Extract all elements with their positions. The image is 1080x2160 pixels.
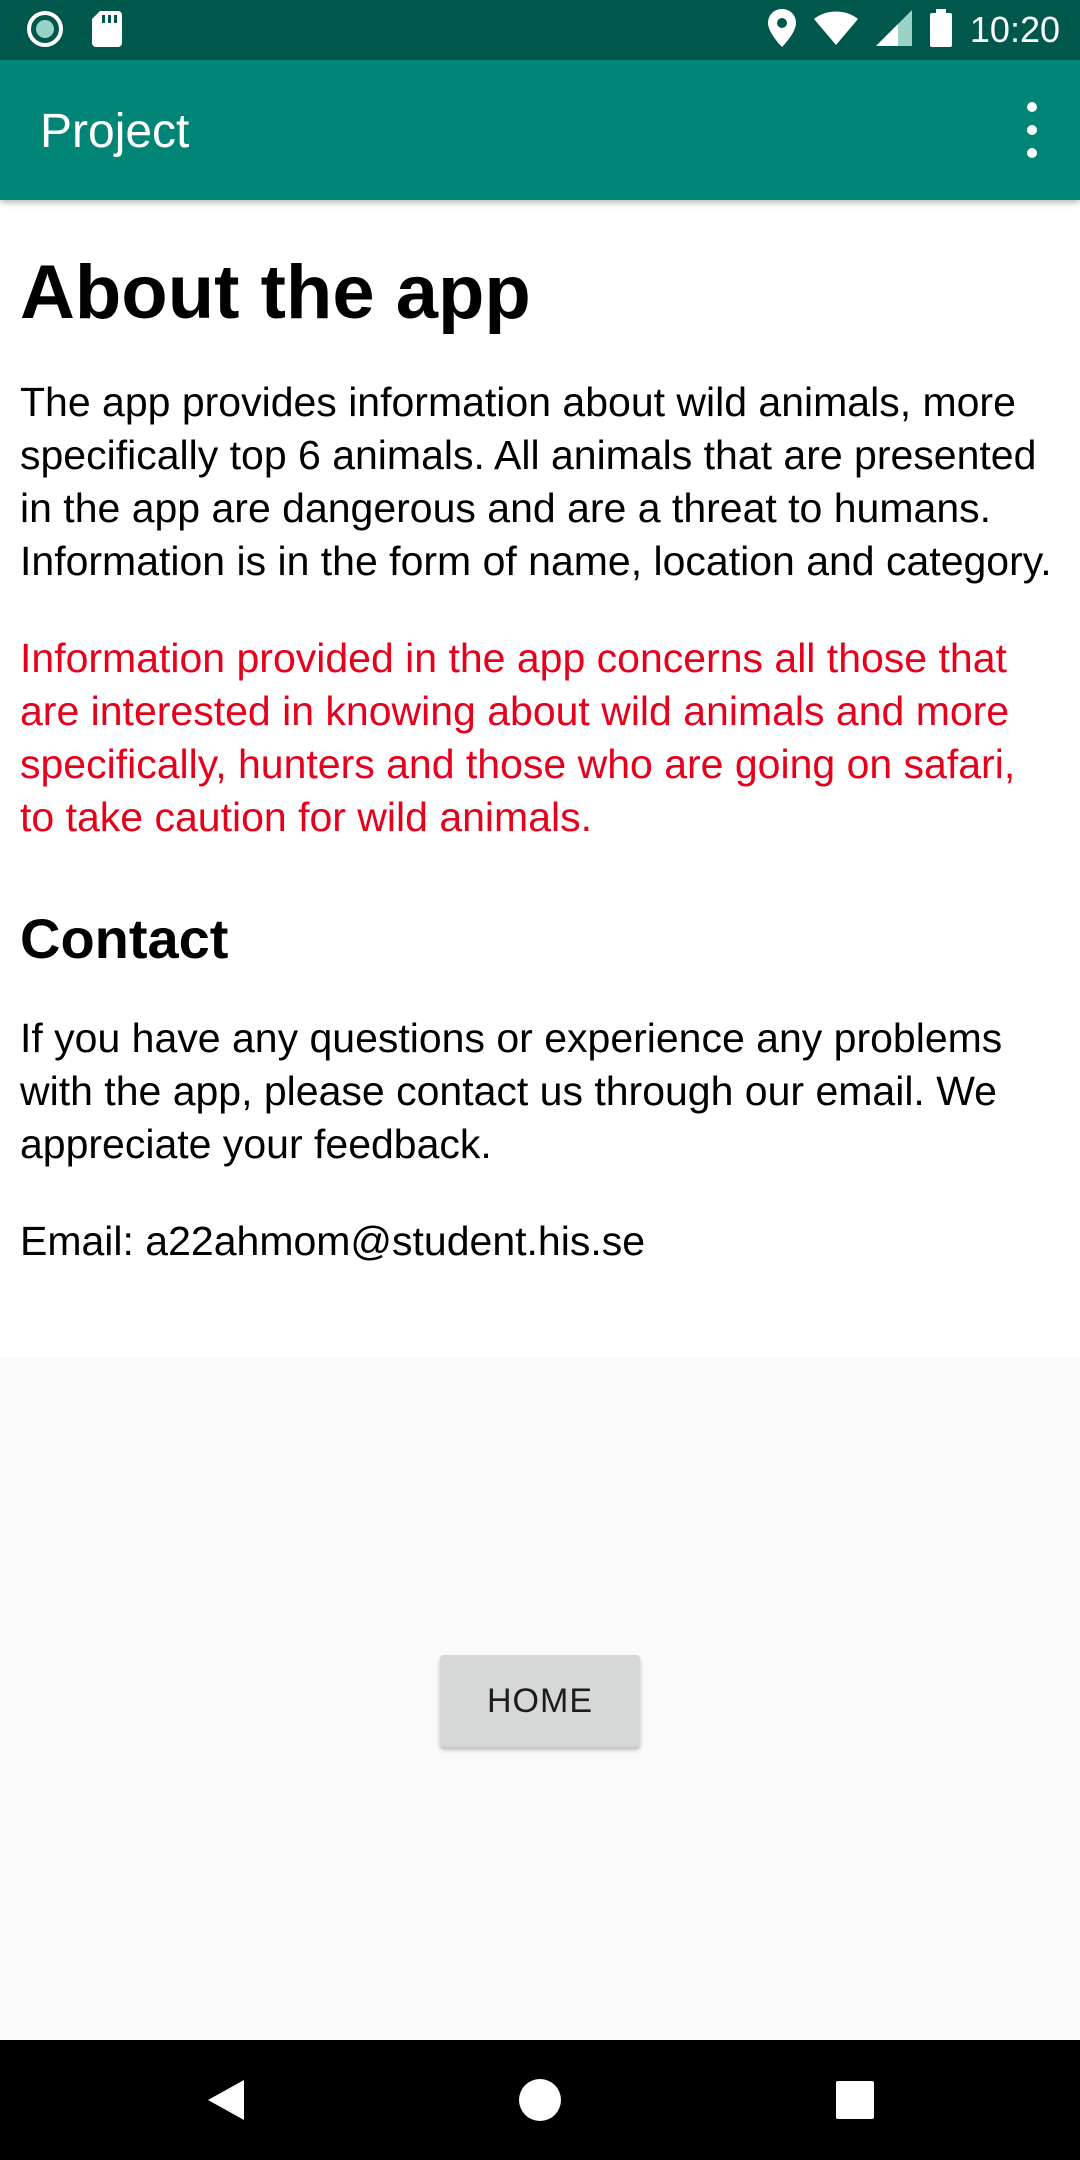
status-right-icons: 10:20: [767, 8, 1060, 52]
contact-paragraph: If you have any questions or experience …: [20, 1015, 1003, 1167]
sd-card-icon: [92, 11, 122, 52]
circle-notification-icon: [26, 10, 64, 53]
intro-paragraph: The app provides information about wild …: [20, 379, 1052, 584]
back-icon[interactable]: [146, 2040, 306, 2160]
contact-heading: Contact: [20, 907, 229, 970]
recents-icon[interactable]: [775, 2040, 935, 2160]
app-title: Project: [40, 105, 190, 158]
status-left-icons: [26, 10, 122, 53]
location-icon: [767, 8, 796, 52]
overflow-menu-icon[interactable]: [1014, 102, 1050, 158]
navigation-bar: [0, 2040, 1080, 2160]
home-icon[interactable]: [460, 2040, 620, 2160]
app-bar: Project: [0, 60, 1080, 200]
status-time: 10:20: [969, 9, 1060, 50]
battery-icon: [929, 8, 952, 52]
about-content: About the app The app provides informati…: [0, 200, 1080, 1358]
home-button[interactable]: HOME: [440, 1655, 640, 1747]
page-title: About the app: [20, 250, 531, 335]
warning-paragraph: Information provided in the app concerns…: [20, 635, 1016, 840]
email-text: Email: a22ahmom@student.his.se: [20, 1218, 646, 1264]
status-bar: 10:20: [0, 0, 1080, 60]
wifi-icon: [813, 11, 858, 50]
signal-icon: [875, 9, 912, 51]
